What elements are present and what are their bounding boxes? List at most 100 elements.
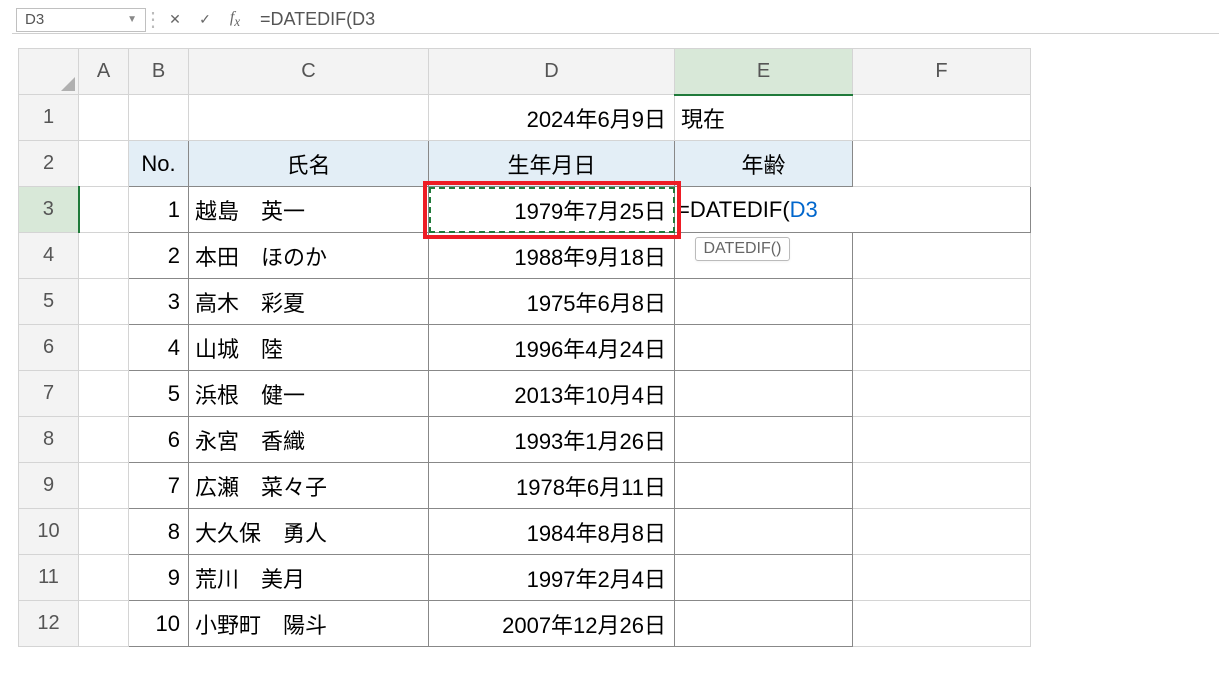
cell-F12[interactable] xyxy=(853,601,1031,647)
cell-C12[interactable]: 小野町 陽斗 xyxy=(189,601,429,647)
cell-D1[interactable]: 2024年6月9日 xyxy=(429,95,675,141)
cell-A11[interactable] xyxy=(79,555,129,601)
enter-icon[interactable]: ✓ xyxy=(190,8,220,32)
row-header-1[interactable]: 1 xyxy=(19,95,79,141)
select-all-corner[interactable] xyxy=(19,49,79,95)
name-box-value: D3 xyxy=(25,11,44,28)
fx-icon[interactable]: fx xyxy=(220,8,250,32)
cell-B5[interactable]: 3 xyxy=(129,279,189,325)
cell-C1[interactable] xyxy=(189,95,429,141)
cell-F5[interactable] xyxy=(853,279,1031,325)
cell-C8[interactable]: 永宮 香織 xyxy=(189,417,429,463)
col-header-C[interactable]: C xyxy=(189,49,429,95)
cell-D5[interactable]: 1975年6月8日 xyxy=(429,279,675,325)
cell-B10[interactable]: 8 xyxy=(129,509,189,555)
cell-D8[interactable]: 1993年1月26日 xyxy=(429,417,675,463)
name-box[interactable]: D3 ▼ xyxy=(16,8,146,32)
cell-A3[interactable] xyxy=(79,187,129,233)
row-header-5[interactable]: 5 xyxy=(19,279,79,325)
cell-A8[interactable] xyxy=(79,417,129,463)
cell-E9[interactable] xyxy=(675,463,853,509)
col-header-A[interactable]: A xyxy=(79,49,129,95)
formula-input[interactable]: =DATEDIF(D3 xyxy=(250,9,1219,30)
col-header-B[interactable]: B xyxy=(129,49,189,95)
row-header-3[interactable]: 3 xyxy=(19,187,79,233)
col-header-E[interactable]: E xyxy=(675,49,853,95)
cell-B1[interactable] xyxy=(129,95,189,141)
cell-E5[interactable] xyxy=(675,279,853,325)
row-header-9[interactable]: 9 xyxy=(19,463,79,509)
cell-B9[interactable]: 7 xyxy=(129,463,189,509)
cell-C11[interactable]: 荒川 美月 xyxy=(189,555,429,601)
header-name[interactable]: 氏名 xyxy=(189,141,429,187)
formula-prefix: =DATEDIF( xyxy=(677,197,790,222)
cell-C7[interactable]: 浜根 健一 xyxy=(189,371,429,417)
cell-F10[interactable] xyxy=(853,509,1031,555)
cell-B4[interactable]: 2 xyxy=(129,233,189,279)
cell-D12[interactable]: 2007年12月26日 xyxy=(429,601,675,647)
divider: ⋮ xyxy=(146,8,160,32)
cell-C6[interactable]: 山城 陸 xyxy=(189,325,429,371)
cell-F8[interactable] xyxy=(853,417,1031,463)
row-header-2[interactable]: 2 xyxy=(19,141,79,187)
row-header-12[interactable]: 12 xyxy=(19,601,79,647)
cell-F11[interactable] xyxy=(853,555,1031,601)
cell-F1[interactable] xyxy=(853,95,1031,141)
cell-A12[interactable] xyxy=(79,601,129,647)
row-header-11[interactable]: 11 xyxy=(19,555,79,601)
cell-A6[interactable] xyxy=(79,325,129,371)
cell-E10[interactable] xyxy=(675,509,853,555)
cell-F2[interactable] xyxy=(853,141,1031,187)
row-header-6[interactable]: 6 xyxy=(19,325,79,371)
cell-D11[interactable]: 1997年2月4日 xyxy=(429,555,675,601)
cell-A1[interactable] xyxy=(79,95,129,141)
cell-A2[interactable] xyxy=(79,141,129,187)
cell-E1[interactable]: 現在 xyxy=(675,95,853,141)
cell-D9[interactable]: 1978年6月11日 xyxy=(429,463,675,509)
cell-B11[interactable]: 9 xyxy=(129,555,189,601)
spreadsheet-grid: A B C D E F 1 2024年6月9日 現在 2 No xyxy=(18,48,1031,647)
cell-E11[interactable] xyxy=(675,555,853,601)
cell-A9[interactable] xyxy=(79,463,129,509)
cell-A4[interactable] xyxy=(79,233,129,279)
row-header-10[interactable]: 10 xyxy=(19,509,79,555)
cell-A7[interactable] xyxy=(79,371,129,417)
cell-E8[interactable] xyxy=(675,417,853,463)
cell-D6[interactable]: 1996年4月24日 xyxy=(429,325,675,371)
cell-A10[interactable] xyxy=(79,509,129,555)
cell-B7[interactable]: 5 xyxy=(129,371,189,417)
row-header-7[interactable]: 7 xyxy=(19,371,79,417)
row-header-8[interactable]: 8 xyxy=(19,417,79,463)
cell-B8[interactable]: 6 xyxy=(129,417,189,463)
formula-bar: D3 ▼ ⋮ ✕ ✓ fx =DATEDIF(D3 xyxy=(12,6,1219,34)
cell-C4[interactable]: 本田 ほのか xyxy=(189,233,429,279)
cell-E12[interactable] xyxy=(675,601,853,647)
cell-F4[interactable] xyxy=(853,233,1031,279)
cell-D4[interactable]: 1988年9月18日 xyxy=(429,233,675,279)
row-header-4[interactable]: 4 xyxy=(19,233,79,279)
cell-F7[interactable] xyxy=(853,371,1031,417)
cell-E7[interactable] xyxy=(675,371,853,417)
cell-B6[interactable]: 4 xyxy=(129,325,189,371)
cell-D10[interactable]: 1984年8月8日 xyxy=(429,509,675,555)
cell-C3[interactable]: 越島 英一 xyxy=(189,187,429,233)
cell-C9[interactable]: 広瀬 菜々子 xyxy=(189,463,429,509)
cell-B12[interactable]: 10 xyxy=(129,601,189,647)
header-age[interactable]: 年齢 xyxy=(675,141,853,187)
cell-F9[interactable] xyxy=(853,463,1031,509)
cell-E3-editing[interactable]: =DATEDIF(D3 xyxy=(675,187,1031,233)
formula-ref: D3 xyxy=(790,197,818,222)
cell-C5[interactable]: 高木 彩夏 xyxy=(189,279,429,325)
cell-C10[interactable]: 大久保 勇人 xyxy=(189,509,429,555)
cell-F6[interactable] xyxy=(853,325,1031,371)
cancel-icon[interactable]: ✕ xyxy=(160,8,190,32)
cell-B3[interactable]: 1 xyxy=(129,187,189,233)
col-header-F[interactable]: F xyxy=(853,49,1031,95)
header-dob[interactable]: 生年月日 xyxy=(429,141,675,187)
col-header-D[interactable]: D xyxy=(429,49,675,95)
cell-E6[interactable] xyxy=(675,325,853,371)
cell-A5[interactable] xyxy=(79,279,129,325)
header-no[interactable]: No. xyxy=(129,141,189,187)
cell-D3[interactable]: 1979年7月25日 xyxy=(429,187,675,233)
cell-D7[interactable]: 2013年10月4日 xyxy=(429,371,675,417)
